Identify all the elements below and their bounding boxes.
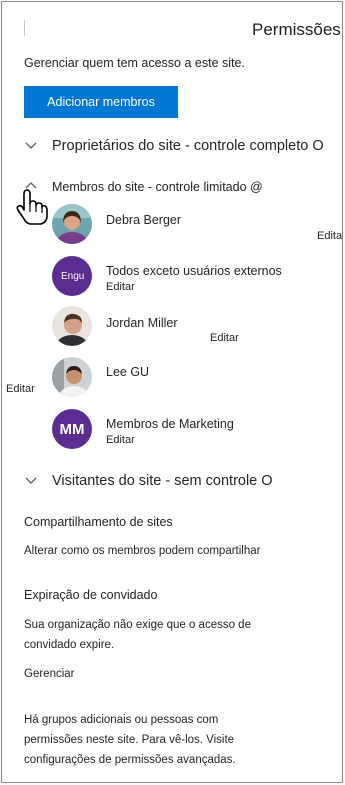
person-photo-icon (52, 306, 92, 346)
change-sharing-link[interactable]: Alterar como os membros podem compartilh… (24, 542, 260, 561)
permissions-panel: Permissões Gerenciar quem tem acesso a e… (1, 1, 343, 783)
avatar-marketing-members: MM (52, 409, 92, 449)
panel-title: Permissões (252, 20, 341, 39)
member-name: Membros de Marketing (106, 417, 234, 431)
member-role-dropdown[interactable]: Editar (106, 281, 135, 293)
members-section-header[interactable]: Membros do site - controle limitado @ (52, 180, 263, 194)
person-photo-icon (52, 357, 92, 397)
avatar-everyone-except-external: Engu (52, 256, 92, 296)
panel-divider (24, 20, 25, 36)
guest-expiration-text-line2: convidado expire. (24, 639, 115, 651)
chevron-down-icon (25, 477, 37, 484)
add-members-button[interactable]: Adicionar membros (24, 86, 178, 118)
owners-expand-chevron[interactable] (24, 138, 38, 157)
member-role-dropdown[interactable]: Editar (6, 383, 35, 395)
owners-section-header[interactable]: Proprietários do site - controle complet… (52, 138, 324, 154)
advanced-info-line2: permissões neste site. Para vê-los. Visi… (24, 734, 235, 746)
visitors-expand-chevron[interactable] (24, 473, 38, 492)
member-name: Todos exceto usuários externos (106, 264, 282, 278)
avatar-initials: Engu (61, 270, 85, 282)
member-name: Lee GU (106, 365, 150, 379)
visitors-section-header[interactable]: Visitantes do site - sem controle O (52, 473, 273, 489)
site-sharing-heading: Compartilhamento de sites (24, 515, 173, 529)
member-role-dropdown[interactable]: Editar (106, 434, 135, 446)
panel-subtitle: Gerenciar quem tem acesso a este site. (24, 56, 245, 70)
advanced-permissions-link[interactable]: configurações de permissões avançadas. (24, 751, 236, 770)
avatar-lee-gu (52, 357, 92, 397)
member-role-dropdown[interactable]: Editar (210, 332, 239, 344)
avatar-jordan-miller (52, 306, 92, 346)
manage-guest-expiration-link[interactable]: Gerenciar (24, 665, 75, 684)
member-role-dropdown[interactable]: Editar (317, 230, 342, 242)
avatar-initials: MM (59, 420, 85, 438)
guest-expiration-heading: Expiração de convidado (24, 588, 158, 602)
member-name: Debra Berger (106, 213, 182, 227)
hand-cursor-icon (16, 189, 48, 225)
hand-pointer-cursor (15, 186, 49, 231)
person-photo-icon (52, 204, 92, 244)
advanced-info-line1: Há grupos adicionais ou pessoas com (24, 714, 219, 726)
guest-expiration-text-line1: Sua organização não exige que o acesso d… (24, 619, 251, 631)
avatar-debra-berger (52, 204, 92, 244)
member-name: Jordan Miller (106, 316, 178, 330)
chevron-down-icon (25, 142, 37, 149)
